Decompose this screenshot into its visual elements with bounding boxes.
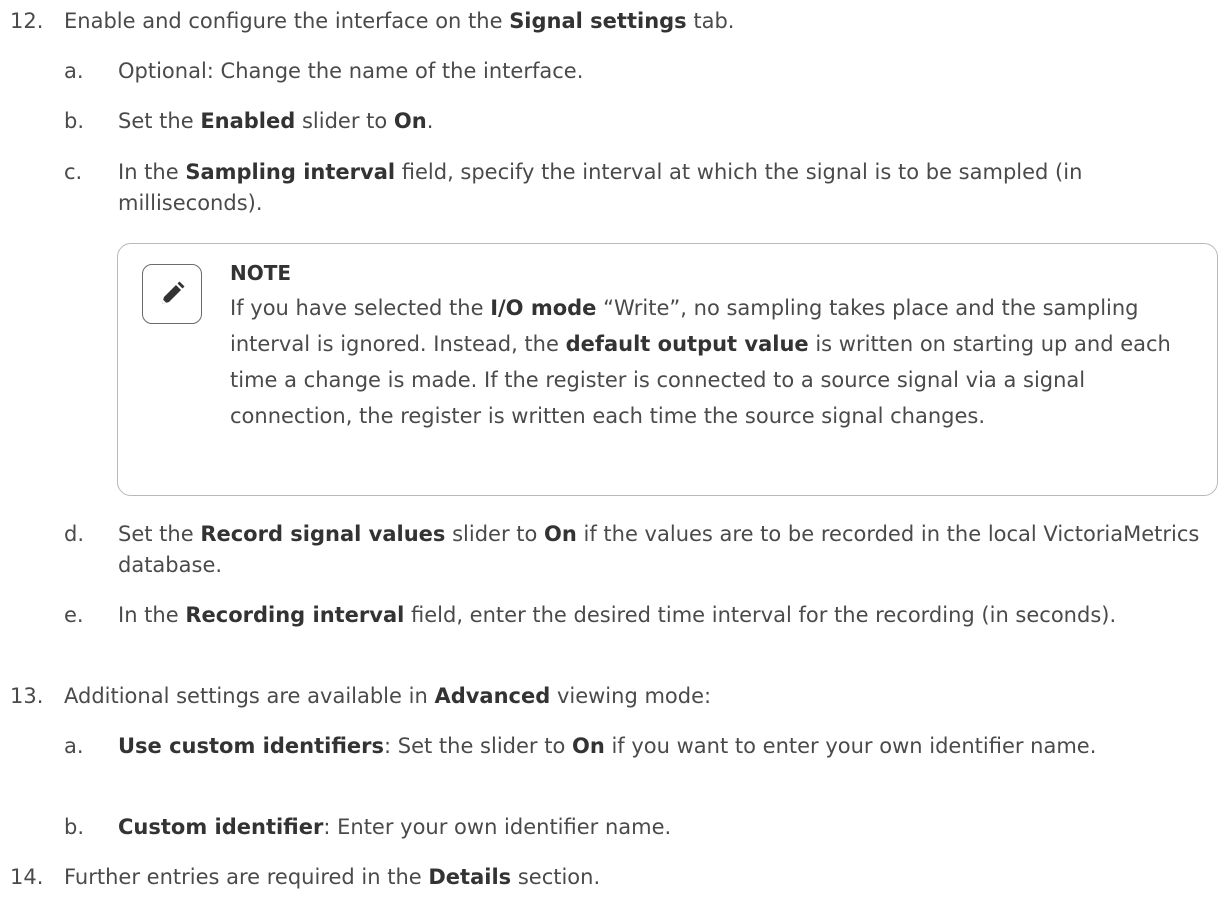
step-number: 13. bbox=[10, 684, 44, 708]
sub-step-letter: a. bbox=[64, 59, 84, 83]
sub-step-text: Custom identifier: Enter your own identi… bbox=[118, 815, 672, 839]
step-number: 14. bbox=[10, 865, 44, 889]
sub-step-letter: c. bbox=[64, 160, 83, 184]
sub-step-letter: e. bbox=[64, 603, 84, 627]
sub-step-letter: b. bbox=[64, 815, 85, 839]
sub-step-letter: b. bbox=[64, 109, 85, 133]
step-text: Further entries are required in the Deta… bbox=[64, 865, 601, 889]
step-text: Enable and configure the interface on th… bbox=[64, 9, 735, 33]
sub-step-text: Set the Record signal values slider to O… bbox=[118, 522, 1200, 577]
sub-step-letter: d. bbox=[64, 522, 85, 546]
sub-step-text: In the Recording interval field, enter t… bbox=[118, 603, 1117, 627]
pencil-icon bbox=[142, 264, 202, 324]
sub-step-text: Use custom identifiers: Set the slider t… bbox=[118, 734, 1097, 758]
sub-step-letter: a. bbox=[64, 734, 84, 758]
sub-step-text: Optional: Change the name of the interfa… bbox=[118, 59, 584, 83]
note-text: If you have selected the I/O mode “Write… bbox=[230, 296, 1171, 428]
sub-step-text: Set the Enabled slider to On. bbox=[118, 109, 434, 133]
document-page: 12. Enable and configure the interface o… bbox=[0, 0, 1228, 911]
note-title: NOTE bbox=[230, 261, 292, 285]
sub-step-text: In the Sampling interval field, specify … bbox=[118, 160, 1083, 215]
note-box: NOTE If you have selected the I/O mode “… bbox=[117, 243, 1218, 496]
step-number: 12. bbox=[10, 9, 44, 33]
step-text: Additional settings are available in Adv… bbox=[64, 684, 712, 708]
